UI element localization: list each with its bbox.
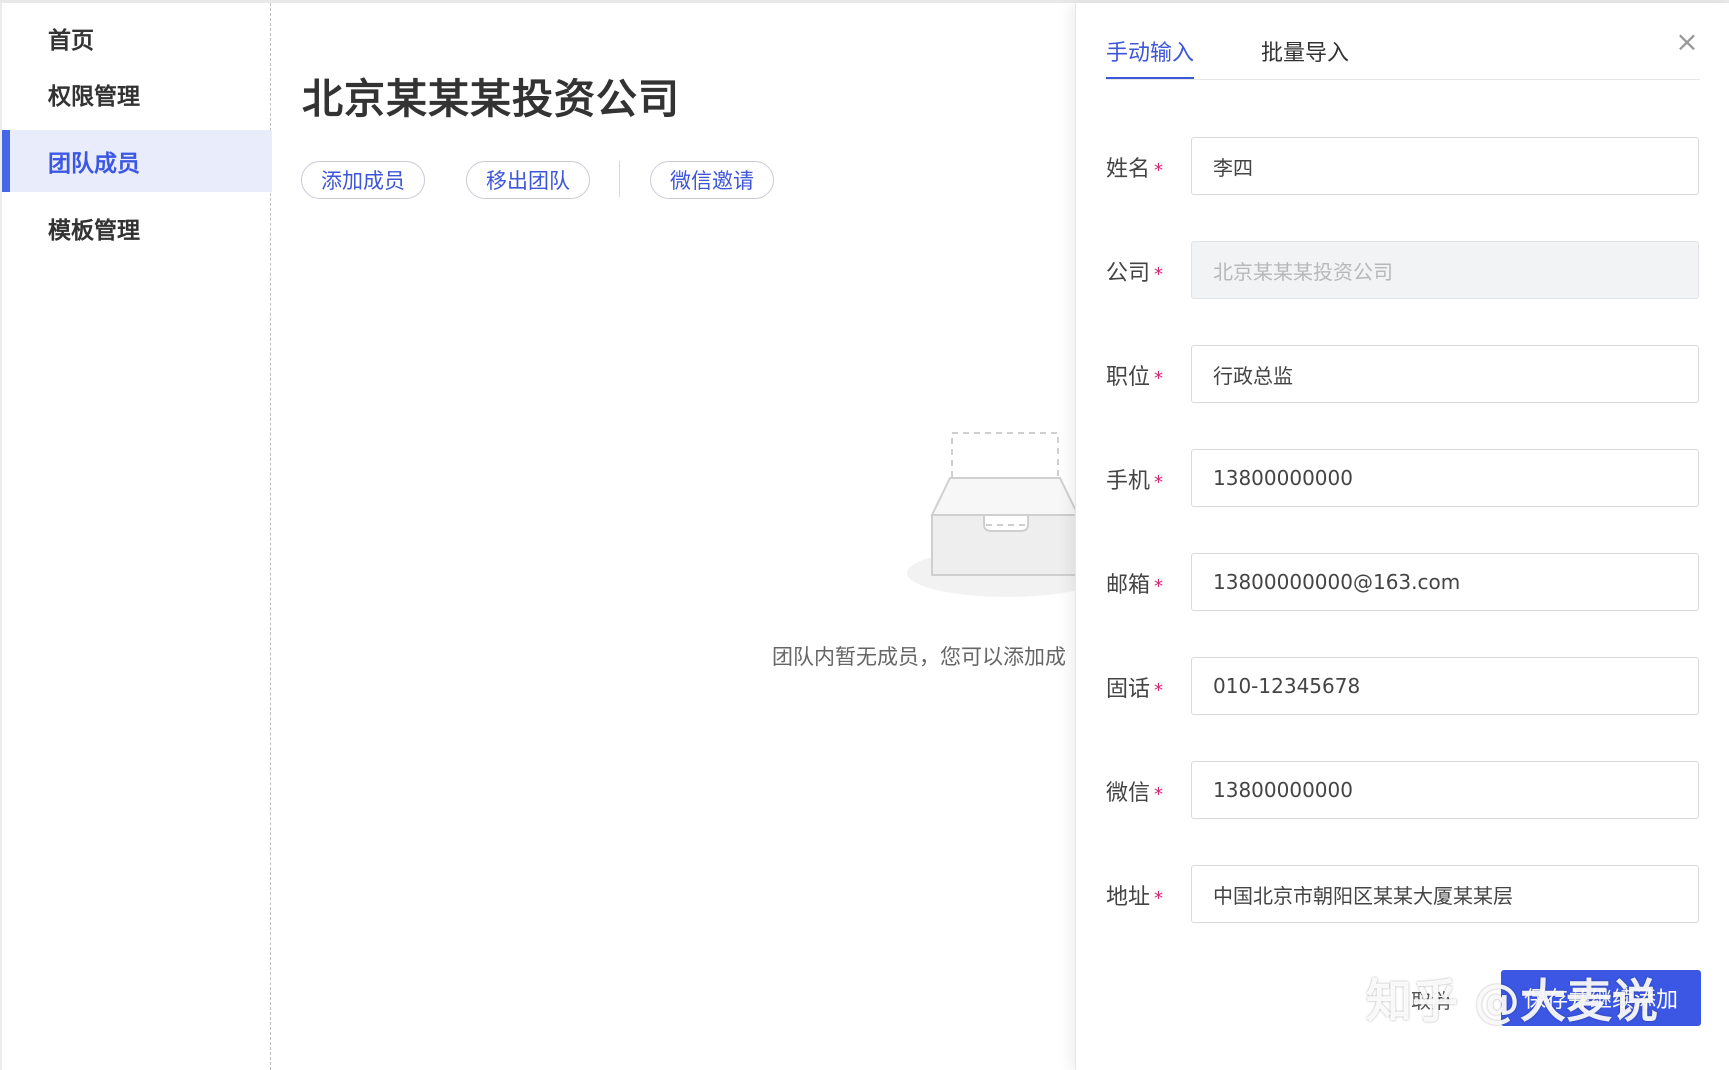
sidebar-item-label: 首页 (48, 28, 94, 54)
cancel-button[interactable]: 取消 (1411, 985, 1451, 1014)
form-row-wechat: 微信 * (1106, 761, 1700, 819)
sidebar-item-permissions[interactable]: 权限管理 (2, 63, 272, 125)
remove-from-team-button[interactable]: 移出团队 (466, 161, 590, 199)
form-label: 固话 * (1106, 677, 1164, 702)
form-row-name: 姓名 * (1106, 137, 1700, 195)
form-row-email: 邮箱 * (1106, 553, 1700, 611)
tab-batch-import[interactable]: 批量导入 (1261, 35, 1349, 77)
sidebar-item-templates[interactable]: 模板管理 (2, 197, 272, 259)
sidebar-item-team-members[interactable]: 团队成员 (2, 130, 272, 192)
mobile-field[interactable] (1191, 449, 1699, 507)
page-title: 北京某某某投资公司 (302, 75, 680, 123)
landline-field[interactable] (1191, 657, 1699, 715)
company-field (1191, 241, 1699, 299)
form-row-address: 地址 * (1106, 865, 1700, 923)
form-label: 微信 * (1106, 781, 1164, 806)
sidebar-item-label: 权限管理 (48, 84, 140, 110)
app-window: 首页 权限管理 团队成员 模板管理 北京某某某投资公司 添加成员 移出团队 微信… (0, 0, 1729, 1070)
close-icon[interactable]: × (1672, 27, 1702, 57)
add-member-button[interactable]: 添加成员 (301, 161, 425, 199)
wechat-field[interactable] (1191, 761, 1699, 819)
form-row-mobile: 手机 * (1106, 449, 1700, 507)
save-and-continue-button[interactable]: 保存并继续添加 (1501, 970, 1701, 1026)
form-label: 手机 * (1106, 469, 1164, 494)
sidebar-item-home[interactable]: 首页 (2, 7, 272, 69)
name-field[interactable] (1191, 137, 1699, 195)
action-divider (619, 161, 620, 197)
form-label: 公司 * (1106, 261, 1164, 286)
position-field[interactable] (1191, 345, 1699, 403)
form-label: 地址 * (1106, 885, 1164, 910)
tab-manual-input[interactable]: 手动输入 (1106, 35, 1195, 80)
form-label: 姓名 * (1106, 157, 1164, 182)
wechat-invite-button[interactable]: 微信邀请 (650, 161, 774, 199)
sidebar: 首页 权限管理 团队成员 模板管理 (0, 3, 272, 1070)
sidebar-item-label: 模板管理 (48, 218, 140, 244)
form-label: 职位 * (1106, 365, 1164, 390)
form-label: 邮箱 * (1106, 573, 1164, 598)
empty-state-text: 团队内暂无成员，您可以添加成 (772, 645, 1066, 669)
add-member-drawer: 手动输入 批量导入 × 姓名* 公司* 职位* 手机* 邮箱* 固话* 微 (1075, 3, 1729, 1070)
sidebar-item-label: 团队成员 (48, 151, 140, 177)
form-row-position: 职位 * (1106, 345, 1700, 403)
address-field[interactable] (1191, 865, 1699, 923)
empty-inbox-icon (907, 432, 1092, 597)
main-content: 北京某某某投资公司 添加成员 移出团队 微信邀请 团队内暂无成员，您可以添加成 (272, 3, 1092, 1070)
form-row-company: 公司 * (1106, 241, 1700, 299)
form-row-landline: 固话 * (1106, 657, 1700, 715)
tabs-divider (1106, 79, 1700, 80)
email-field[interactable] (1191, 553, 1699, 611)
